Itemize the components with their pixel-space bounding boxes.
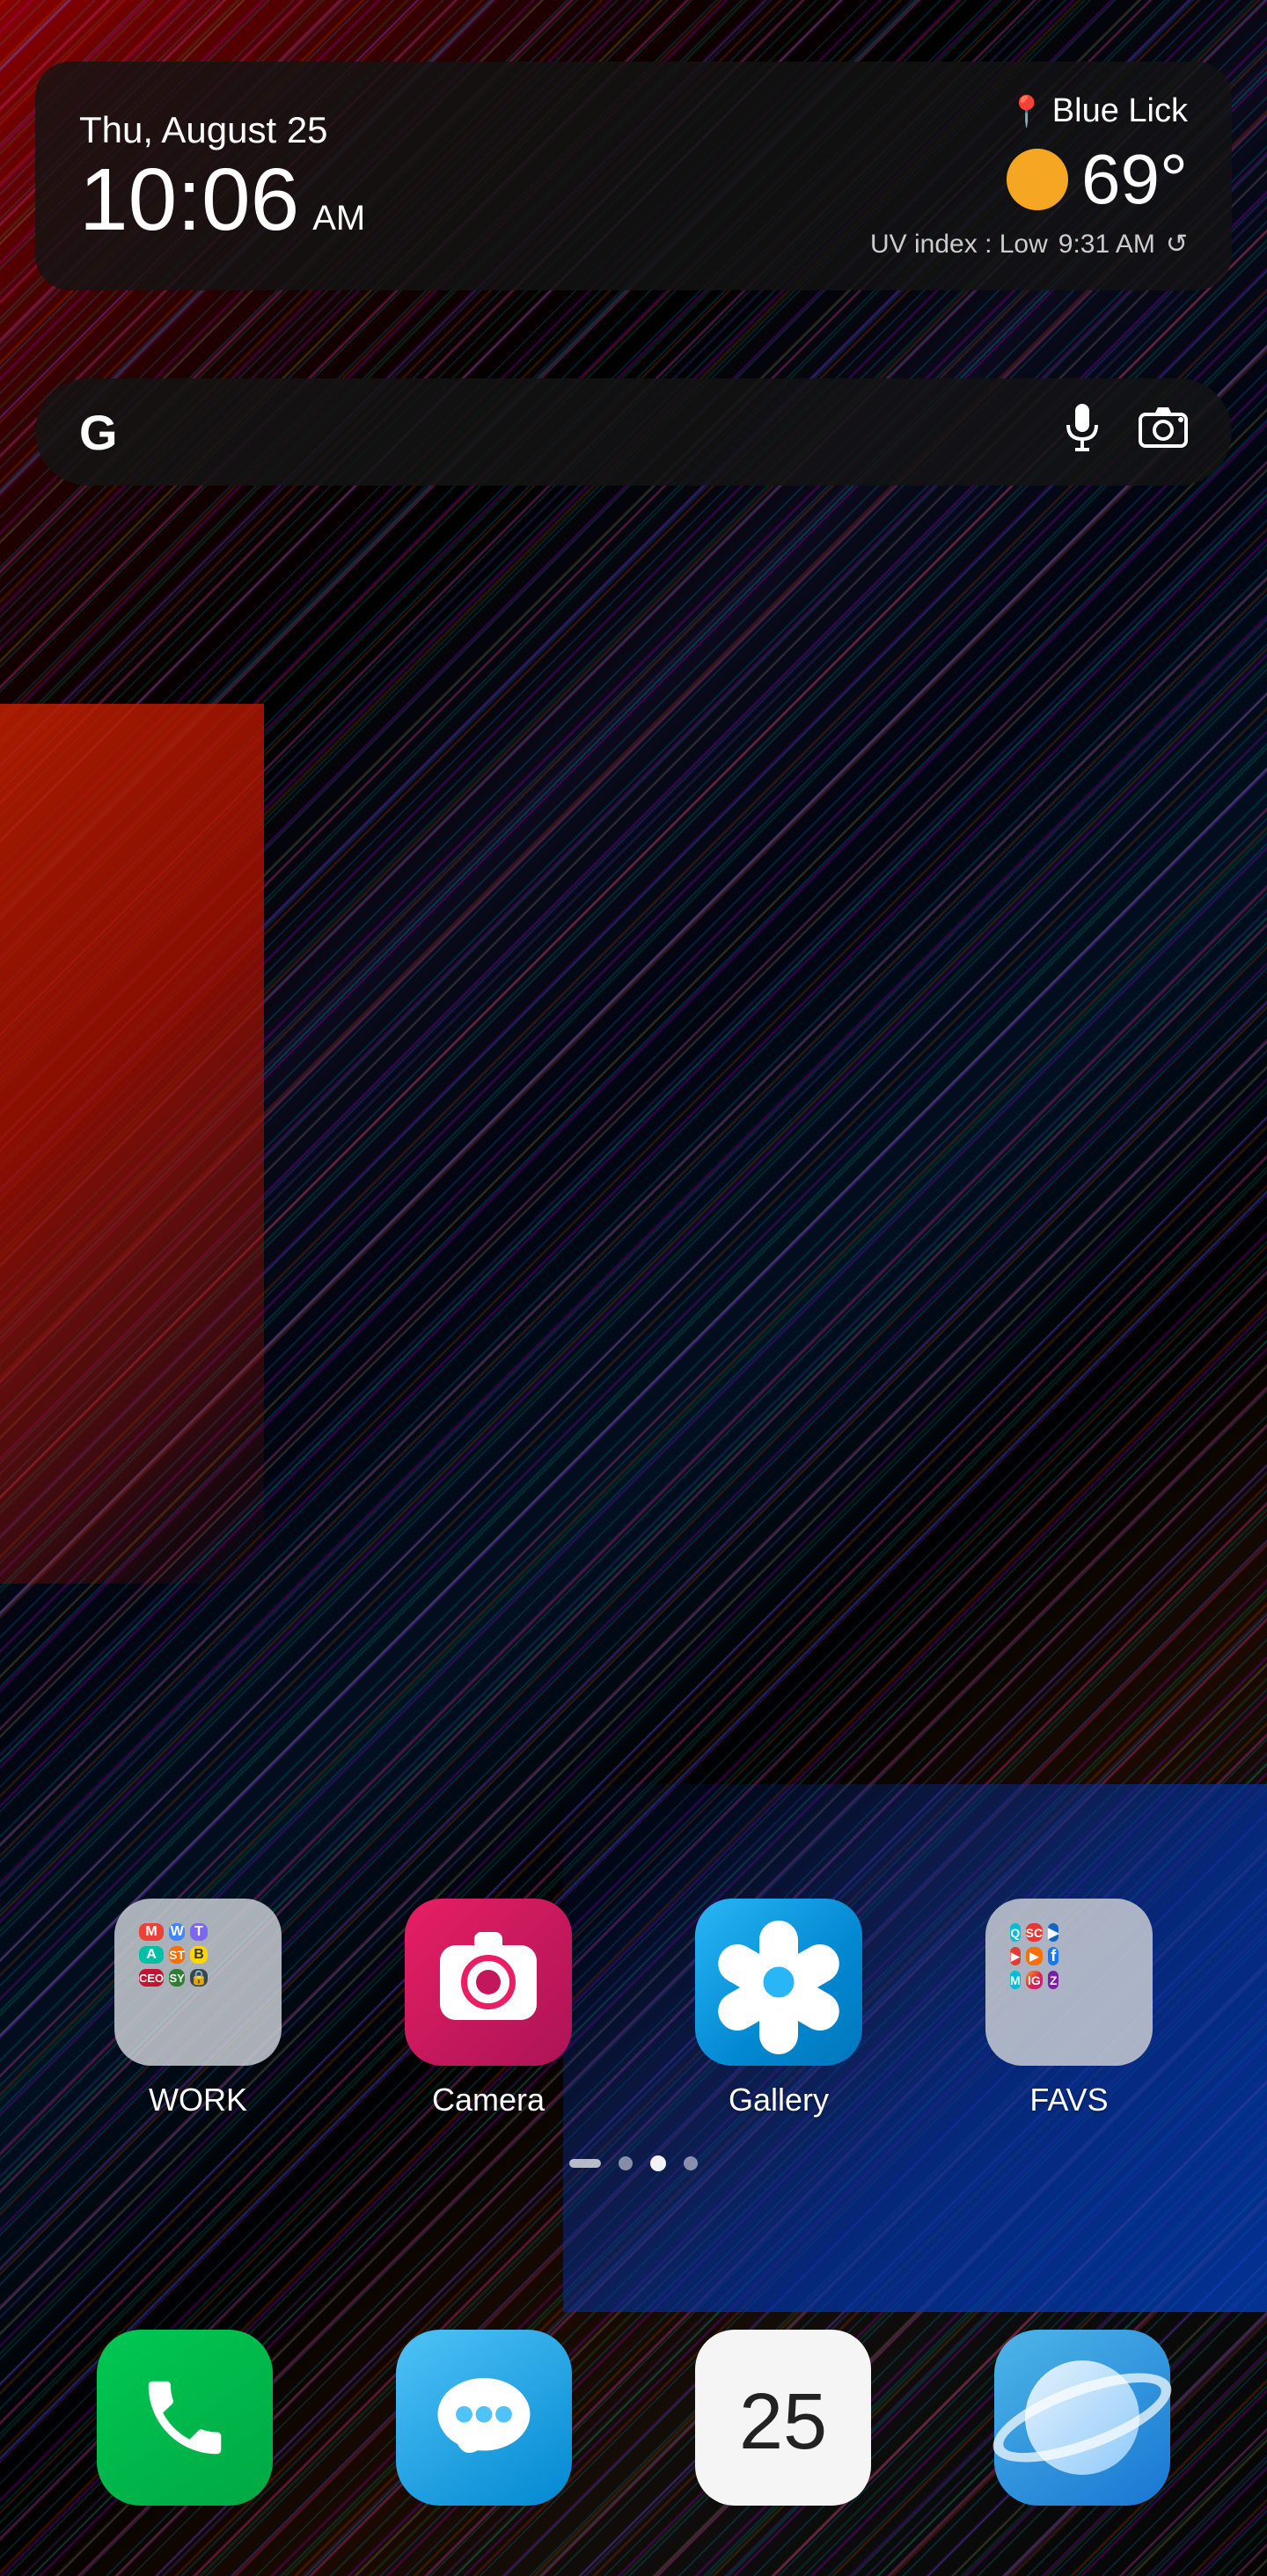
favs-mini-app-1: Q xyxy=(1010,1923,1021,1942)
temperature-value: 69° xyxy=(1081,139,1188,220)
time-value: 10:06 xyxy=(79,156,299,244)
calendar-date-number: 25 xyxy=(739,2382,827,2462)
uv-index-row: UV index : Low 9:31 AM ↺ xyxy=(870,229,1188,260)
date-display: Thu, August 25 xyxy=(79,109,365,151)
work-mini-app-7: SY xyxy=(169,1969,185,1987)
favs-mini-app-z: Z xyxy=(1048,1971,1058,1989)
google-search-bar[interactable]: G xyxy=(35,378,1232,486)
work-folder-item[interactable]: M W T A ST B CEO SY 🔒 WORK xyxy=(114,1899,282,2119)
page-indicator-dots xyxy=(0,2155,1267,2171)
favs-mini-app-fb: f xyxy=(1048,1947,1058,1965)
uv-index-text: UV index : Low xyxy=(870,230,1048,260)
time-ampm: AM xyxy=(312,201,365,236)
refresh-icon: ↺ xyxy=(1166,229,1188,260)
favs-folder-label: FAVS xyxy=(1029,2082,1108,2119)
gallery-app-item[interactable]: Gallery xyxy=(695,1899,862,2119)
gallery-app-icon[interactable] xyxy=(695,1899,862,2066)
location-name: Blue Lick xyxy=(1052,92,1188,130)
time-display: 10:06 AM xyxy=(79,156,365,244)
dock-calendar-item[interactable]: 25 xyxy=(695,2330,871,2506)
planet-icon xyxy=(1025,2360,1139,2475)
location-row: 📍 Blue Lick xyxy=(1007,92,1188,130)
work-mini-app-5: ST xyxy=(169,1946,185,1964)
dock-phone-item[interactable] xyxy=(97,2330,273,2506)
datetime-section: Thu, August 25 10:06 AM xyxy=(79,109,365,244)
work-mini-app-1: M xyxy=(139,1923,164,1941)
favs-folder-item[interactable]: Q SC ▶ ▶ ▶ f M IG Z FAVS xyxy=(985,1899,1153,2119)
work-mini-app-3: T xyxy=(190,1923,208,1941)
voice-search-icon[interactable] xyxy=(1061,400,1103,464)
page-dot-3[interactable] xyxy=(684,2156,698,2170)
home-screen-content: Thu, August 25 10:06 AM 📍 Blue Lick 69° … xyxy=(0,0,1267,2576)
favs-mini-app-ig: IG xyxy=(1026,1971,1043,1989)
page-dot-1[interactable] xyxy=(619,2156,633,2170)
camera-app-item[interactable]: Camera xyxy=(405,1899,572,2119)
page-menu-dot[interactable] xyxy=(569,2159,601,2168)
favs-mini-app-yt: ▶ xyxy=(1010,1947,1021,1965)
favs-folder-icon[interactable]: Q SC ▶ ▶ ▶ f M IG Z xyxy=(985,1899,1153,2066)
work-mini-app-ceo: CEO xyxy=(139,1969,164,1987)
favs-mini-app-ym: ▶ xyxy=(1026,1947,1043,1965)
favs-mini-app-3: ▶ xyxy=(1048,1923,1058,1942)
search-action-icons xyxy=(1061,400,1188,464)
datetime-weather-widget[interactable]: Thu, August 25 10:06 AM 📍 Blue Lick 69° … xyxy=(35,62,1232,290)
main-apps-row: M W T A ST B CEO SY 🔒 WORK xyxy=(0,1899,1267,2119)
dock-bar: 25 xyxy=(35,2330,1232,2506)
camera-app-icon[interactable] xyxy=(405,1899,572,2066)
page-dot-2-active[interactable] xyxy=(650,2155,666,2171)
dock-calendar-icon[interactable]: 25 xyxy=(695,2330,871,2506)
dock-internet-item[interactable] xyxy=(994,2330,1170,2506)
work-folder-label: WORK xyxy=(149,2082,247,2119)
dock-internet-icon[interactable] xyxy=(994,2330,1170,2506)
uv-update-time: 9:31 AM xyxy=(1058,230,1155,260)
work-mini-app-8: 🔒 xyxy=(190,1969,208,1987)
location-pin-icon: 📍 xyxy=(1007,94,1044,129)
visual-search-icon[interactable] xyxy=(1139,406,1188,458)
dock-messages-icon[interactable] xyxy=(396,2330,572,2506)
dock-phone-icon[interactable] xyxy=(97,2330,273,2506)
work-mini-app-2: W xyxy=(169,1923,185,1941)
camera-app-label: Camera xyxy=(432,2082,545,2119)
work-folder-icon[interactable]: M W T A ST B CEO SY 🔒 xyxy=(114,1899,282,2066)
sun-icon xyxy=(1007,149,1068,210)
weather-section: 📍 Blue Lick 69° UV index : Low 9:31 AM ↺ xyxy=(870,92,1188,260)
favs-mini-app-m: M xyxy=(1010,1971,1021,1989)
temperature-row: 69° xyxy=(1007,139,1188,220)
gallery-app-label: Gallery xyxy=(729,2082,829,2119)
work-mini-app-4: A xyxy=(139,1946,164,1964)
dock-messages-item[interactable] xyxy=(396,2330,572,2506)
work-mini-app-6: B xyxy=(190,1946,208,1964)
google-logo: G xyxy=(79,404,118,461)
favs-mini-app-2: SC xyxy=(1026,1923,1043,1942)
